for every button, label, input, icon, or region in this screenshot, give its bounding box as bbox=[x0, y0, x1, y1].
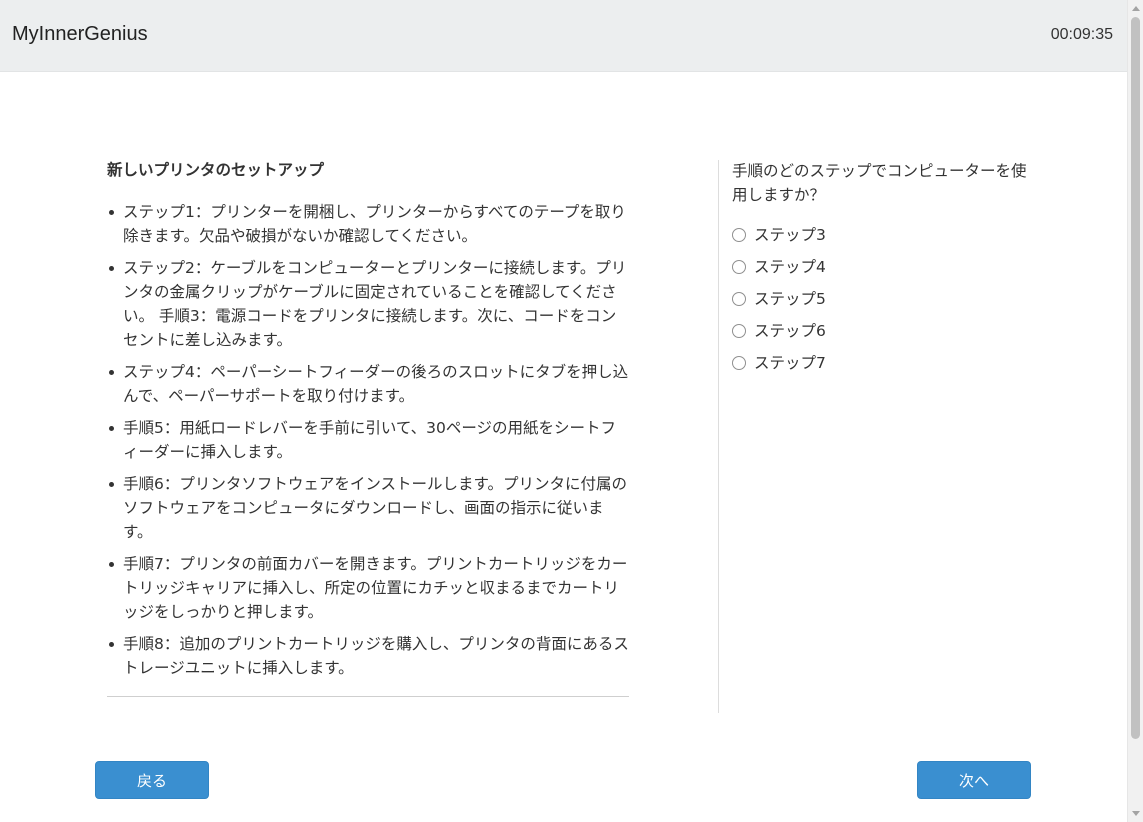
radio-button[interactable] bbox=[732, 292, 746, 306]
radio-button[interactable] bbox=[732, 228, 746, 242]
option-label: ステップ5 bbox=[754, 290, 826, 308]
reading-passage: 新しいプリンタのセットアップ ステップ1：プリンターを開梱し、プリンターからすべ… bbox=[107, 158, 629, 688]
answer-option-step5[interactable]: ステップ5 bbox=[732, 283, 1032, 315]
list-item: 手順6：プリンタソフトウェアをインストールします。プリンタに付属のソフトウェアを… bbox=[107, 472, 629, 544]
option-label: ステップ4 bbox=[754, 258, 826, 276]
passage-divider bbox=[107, 696, 629, 697]
list-item: 手順8：追加のプリントカートリッジを購入し、プリンタの背面にあるストレージユニッ… bbox=[107, 632, 629, 680]
app-title: MyInnerGenius bbox=[12, 23, 148, 45]
column-divider bbox=[718, 160, 719, 713]
next-button[interactable]: 次へ bbox=[917, 761, 1031, 799]
question-text: 手順のどのステップでコンピューターを使用しますか？ bbox=[732, 162, 1027, 204]
list-item: 手順5：用紙ロードレバーを手前に引いて、30ページの用紙をシートフィーダーに挿入… bbox=[107, 416, 629, 464]
list-item: ステップ4：ペーパーシートフィーダーの後ろのスロットにタブを押し込んで、ペーパー… bbox=[107, 360, 629, 408]
option-label: ステップ7 bbox=[754, 354, 826, 372]
header-bar: MyInnerGenius 00:09:35 bbox=[0, 0, 1127, 72]
scroll-thumb[interactable] bbox=[1131, 17, 1140, 739]
scroll-down-arrow-icon[interactable] bbox=[1132, 811, 1140, 816]
passage-title: 新しいプリンタのセットアップ bbox=[107, 161, 325, 179]
assessment-page: MyInnerGenius 00:09:35 新しいプリンタのセットアップ ステ… bbox=[0, 0, 1143, 822]
radio-button[interactable] bbox=[732, 260, 746, 274]
question-panel: 手順のどのステップでコンピューターを使用しますか？ ステップ3 ステップ4 ステ… bbox=[732, 159, 1032, 379]
option-label: ステップ3 bbox=[754, 226, 826, 244]
radio-button[interactable] bbox=[732, 324, 746, 338]
radio-button[interactable] bbox=[732, 356, 746, 370]
steps-list: ステップ1：プリンターを開梱し、プリンターからすべてのテープを取り除きます。欠品… bbox=[107, 200, 629, 680]
answer-options: ステップ3 ステップ4 ステップ5 ステップ6 ステップ7 bbox=[732, 219, 1032, 379]
vertical-scrollbar[interactable] bbox=[1127, 0, 1143, 822]
list-item: ステップ2：ケーブルをコンピューターとプリンターに接続します。プリンタの金属クリ… bbox=[107, 256, 629, 352]
scroll-up-arrow-icon[interactable] bbox=[1132, 6, 1140, 11]
back-button[interactable]: 戻る bbox=[95, 761, 209, 799]
option-label: ステップ6 bbox=[754, 322, 826, 340]
answer-option-step4[interactable]: ステップ4 bbox=[732, 251, 1032, 283]
answer-option-step3[interactable]: ステップ3 bbox=[732, 219, 1032, 251]
list-item: 手順7：プリンタの前面カバーを開きます。プリントカートリッジをカートリッジキャリ… bbox=[107, 552, 629, 624]
list-item: ステップ1：プリンターを開梱し、プリンターからすべてのテープを取り除きます。欠品… bbox=[107, 200, 629, 248]
answer-option-step6[interactable]: ステップ6 bbox=[732, 315, 1032, 347]
countdown-timer: 00:09:35 bbox=[1050, 26, 1113, 43]
answer-option-step7[interactable]: ステップ7 bbox=[732, 347, 1032, 379]
